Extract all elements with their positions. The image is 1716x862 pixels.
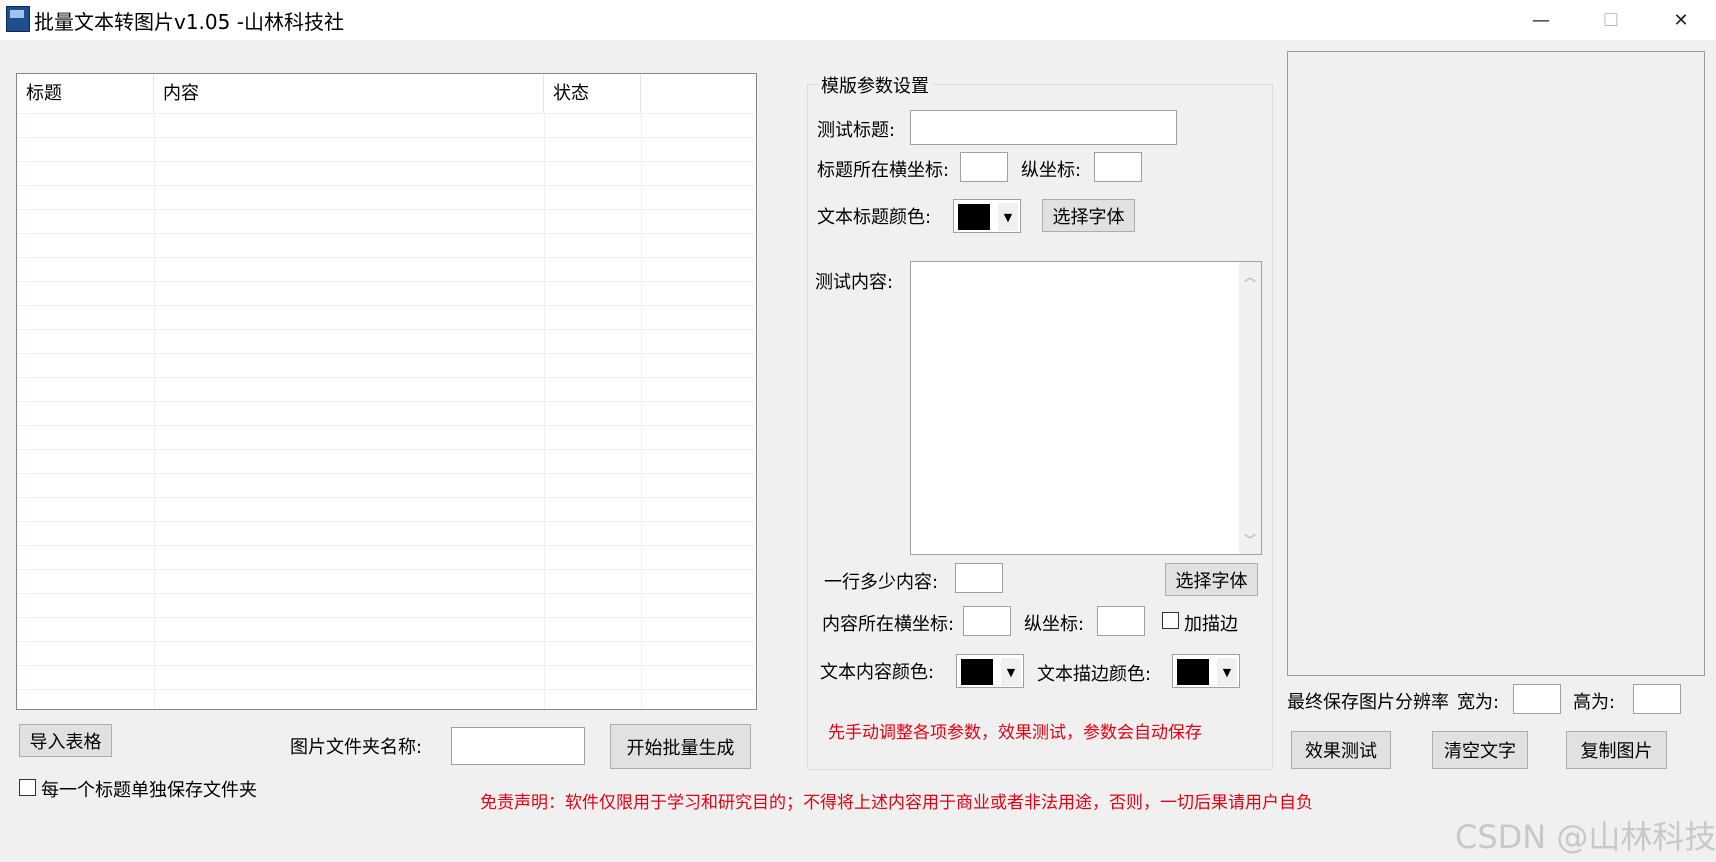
- table-gridline: [17, 353, 756, 354]
- table-gridline: [17, 161, 756, 162]
- table-gridline: [17, 257, 756, 258]
- content-font-button[interactable]: 选择字体: [1165, 563, 1258, 596]
- table-gridline: [17, 113, 756, 114]
- scroll-down-icon[interactable]: ﹀: [1244, 531, 1256, 548]
- preview-panel: [1287, 51, 1705, 676]
- copy-image-button[interactable]: 复制图片: [1566, 731, 1667, 769]
- table-gridline: [17, 641, 756, 642]
- table-gridline: [17, 689, 756, 690]
- hint-text: 先手动调整各项参数，效果测试，参数会自动保存: [828, 723, 1202, 743]
- table-gridline: [17, 401, 756, 402]
- content-color-swatch: [961, 659, 993, 685]
- per-line-input[interactable]: [955, 563, 1003, 593]
- table-gridline: [17, 473, 756, 474]
- folder-name-label: 图片文件夹名称:: [290, 737, 423, 758]
- content-x-input[interactable]: [963, 606, 1011, 636]
- table-gridline: [17, 209, 756, 210]
- table-gridline: [17, 425, 756, 426]
- start-batch-button[interactable]: 开始批量生成: [610, 724, 751, 769]
- table-gridline: [17, 329, 756, 330]
- test-title-label: 测试标题:: [817, 120, 896, 141]
- table-gridline: [17, 449, 756, 450]
- table-gridline: [17, 305, 756, 306]
- watermark: CSDN @山林科技: [1455, 818, 1716, 856]
- import-table-button[interactable]: 导入表格: [19, 724, 112, 757]
- per-line-label: 一行多少内容:: [824, 572, 939, 593]
- clear-text-button[interactable]: 清空文字: [1432, 731, 1528, 769]
- disclaimer-text: 免责声明：软件仅限用于学习和研究目的；不得将上述内容用于商业或者非法用途，否则，…: [480, 793, 1313, 813]
- table-column-divider: [544, 113, 545, 709]
- separate-folder-label: 每一个标题单独保存文件夹: [41, 780, 257, 801]
- title-font-button[interactable]: 选择字体: [1042, 199, 1135, 232]
- title-x-input[interactable]: [960, 152, 1008, 182]
- stroke-color-combo[interactable]: ▼: [1172, 654, 1240, 688]
- column-header-status[interactable]: 状态: [544, 74, 641, 113]
- height-label: 高为:: [1573, 692, 1616, 713]
- window-title: 批量文本转图片v1.05 -山林科技社: [34, 10, 344, 34]
- width-input[interactable]: [1513, 684, 1561, 714]
- content-scrollbar[interactable]: ︿ ﹀: [1239, 262, 1261, 554]
- title-x-label: 标题所在横坐标:: [817, 160, 950, 181]
- data-table[interactable]: 标题 内容 状态: [16, 73, 757, 710]
- chevron-down-icon: ▼: [1001, 658, 1021, 686]
- content-y-input[interactable]: [1097, 606, 1145, 636]
- folder-name-input[interactable]: [451, 727, 585, 765]
- table-gridline: [17, 233, 756, 234]
- table-column-divider: [641, 113, 642, 709]
- separate-folder-checkbox[interactable]: [19, 779, 36, 796]
- title-color-label: 文本标题颜色:: [817, 207, 932, 228]
- effect-test-button[interactable]: 效果测试: [1291, 731, 1391, 769]
- table-gridline: [17, 377, 756, 378]
- resolution-label: 最终保存图片分辨率: [1287, 692, 1449, 713]
- test-title-input[interactable]: [910, 110, 1177, 145]
- stroke-color-label: 文本描边颜色:: [1037, 664, 1152, 685]
- close-button[interactable]: ✕: [1646, 0, 1716, 40]
- stroke-checkbox[interactable]: [1162, 612, 1179, 629]
- table-gridline: [17, 545, 756, 546]
- content-color-label: 文本内容颜色:: [820, 662, 935, 683]
- content-y-label: 纵坐标:: [1024, 614, 1085, 635]
- title-y-input[interactable]: [1094, 152, 1142, 182]
- stroke-color-swatch: [1177, 659, 1209, 685]
- table-gridline: [17, 569, 756, 570]
- app-icon: [6, 6, 30, 32]
- table-gridline: [17, 521, 756, 522]
- table-gridline: [17, 497, 756, 498]
- width-label: 宽为:: [1457, 692, 1500, 713]
- minimize-button[interactable]: —: [1506, 0, 1576, 40]
- table-gridline: [17, 665, 756, 666]
- chevron-down-icon: ▼: [1217, 658, 1237, 686]
- table-header: 标题 内容 状态: [17, 74, 756, 113]
- table-column-divider: [154, 113, 155, 709]
- column-header-title[interactable]: 标题: [17, 74, 154, 113]
- maximize-button[interactable]: ☐: [1576, 0, 1646, 40]
- test-content-label: 测试内容:: [815, 272, 894, 293]
- table-gridline: [17, 185, 756, 186]
- title-y-label: 纵坐标:: [1021, 160, 1082, 181]
- height-input[interactable]: [1633, 684, 1681, 714]
- template-settings-title: 模版参数设置: [818, 72, 932, 98]
- table-gridline: [17, 617, 756, 618]
- column-header-content[interactable]: 内容: [154, 74, 544, 113]
- table-gridline: [17, 593, 756, 594]
- content-color-combo[interactable]: ▼: [956, 654, 1024, 688]
- table-gridline: [17, 281, 756, 282]
- stroke-label: 加描边: [1184, 614, 1238, 635]
- title-bar: 批量文本转图片v1.05 -山林科技社 — ☐ ✕: [0, 0, 1716, 40]
- chevron-down-icon: ▼: [998, 203, 1018, 231]
- title-color-swatch: [958, 204, 990, 230]
- scroll-up-icon[interactable]: ︿: [1244, 268, 1256, 285]
- content-x-label: 内容所在横坐标:: [822, 614, 955, 635]
- table-gridline: [17, 137, 756, 138]
- test-content-textarea[interactable]: ︿ ﹀: [910, 261, 1262, 555]
- title-color-combo[interactable]: ▼: [953, 199, 1021, 233]
